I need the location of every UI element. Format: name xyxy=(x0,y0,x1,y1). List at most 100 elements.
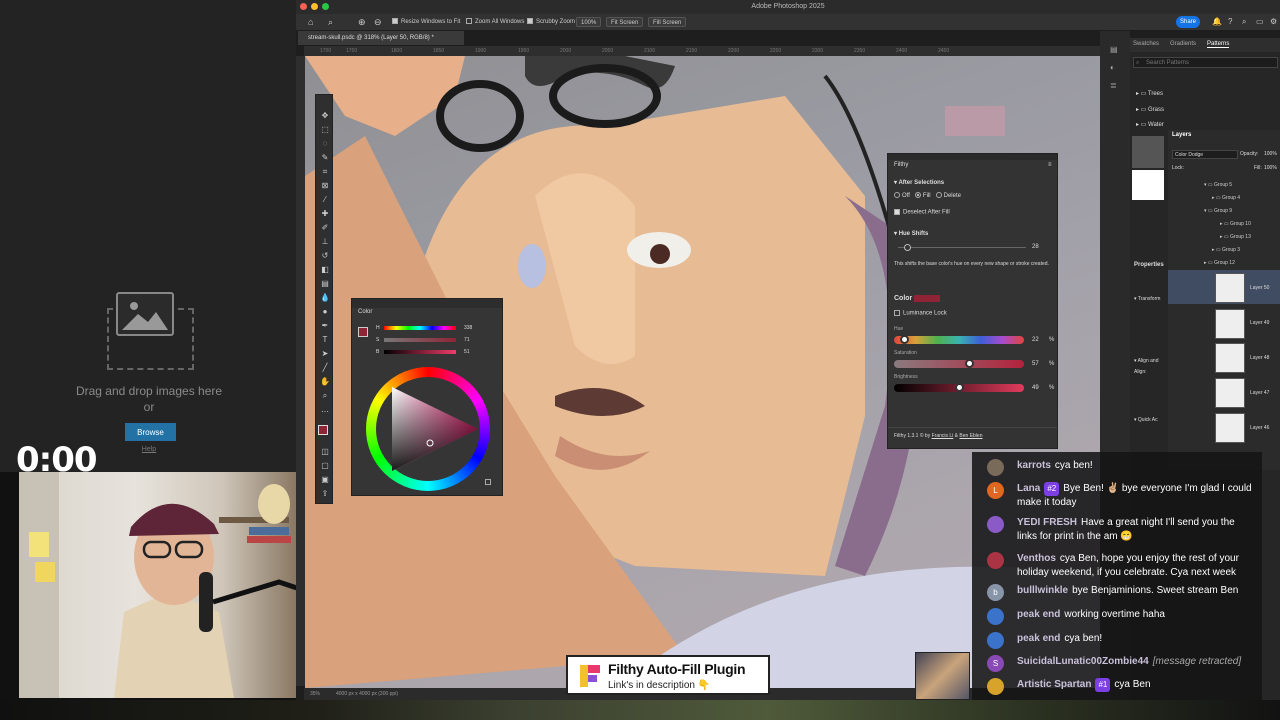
author-link[interactable]: Francis Li xyxy=(932,433,954,439)
zoom-icon[interactable]: ⌕ xyxy=(320,391,330,401)
layer-thumbnail[interactable] xyxy=(1215,273,1245,303)
layer-name[interactable]: Layer 50 xyxy=(1250,285,1269,291)
gradient-tool-icon[interactable]: ▤ xyxy=(320,279,330,289)
frame-tool-icon[interactable]: ⊠ xyxy=(320,181,330,191)
search-patterns-input[interactable]: ⌕ Search Patterns xyxy=(1133,57,1278,68)
artboard-icon[interactable]: ▣ xyxy=(320,475,330,485)
layer-name[interactable]: Layer 49 xyxy=(1250,320,1269,326)
after-selections-header[interactable]: ▾ After Selections xyxy=(894,179,944,186)
brightness-value[interactable]: 49 xyxy=(1032,385,1039,391)
layer-group[interactable]: ▸ ▭ Group 12 xyxy=(1168,256,1280,270)
document-tab[interactable]: stream-skull.psdc @ 318% (Layer 50, RGB/… xyxy=(298,31,464,45)
search-icon[interactable]: ⌕ xyxy=(1238,17,1250,27)
pen-tool-icon[interactable]: ✒ xyxy=(320,321,330,331)
zoom-100-button[interactable]: 100% xyxy=(576,17,602,27)
share-doc-icon[interactable]: ⇪ xyxy=(320,489,330,499)
channels-icon[interactable]: ≣ xyxy=(1110,81,1117,90)
scrubby-zoom-checkbox[interactable]: Scrubby Zoom xyxy=(523,17,579,27)
zoom-out-icon[interactable]: ⊖ xyxy=(370,17,386,27)
color-wheel[interactable] xyxy=(366,367,490,491)
hand-tool-icon[interactable]: ✋ xyxy=(320,377,330,387)
path-select-icon[interactable]: ➤ xyxy=(320,349,330,359)
share-button[interactable]: Share xyxy=(1176,16,1200,28)
help-icon[interactable]: ? xyxy=(1224,17,1236,27)
hue-shift-slider[interactable] xyxy=(898,244,1026,251)
off-radio[interactable]: Off xyxy=(894,192,910,199)
close-window-icon[interactable] xyxy=(300,3,307,10)
fill-radio[interactable]: Fill xyxy=(914,192,931,199)
adjustments-icon[interactable]: ◐ xyxy=(1110,63,1115,72)
eraser-tool-icon[interactable]: ◧ xyxy=(320,265,330,275)
history-icon[interactable]: ▤ xyxy=(1110,45,1118,54)
quick-select-tool-icon[interactable]: ✎ xyxy=(320,153,330,163)
hue-value[interactable]: 22 xyxy=(1032,337,1039,343)
hue-bar[interactable] xyxy=(894,335,1024,344)
brightness-value[interactable]: 51 xyxy=(464,349,470,355)
fill-screen-button[interactable]: Fill Screen xyxy=(648,17,687,27)
hue-shift-value[interactable]: 28 xyxy=(1032,244,1039,250)
luminance-lock-checkbox[interactable]: Luminance Lock xyxy=(894,310,947,317)
healing-brush-icon[interactable]: ✚ xyxy=(320,209,330,219)
browse-button[interactable]: Browse xyxy=(125,423,176,441)
brightness-slider[interactable] xyxy=(384,350,456,354)
layer-thumbnail[interactable] xyxy=(1215,343,1245,373)
tab-patterns[interactable]: Patterns xyxy=(1207,41,1230,48)
stamp-tool-icon[interactable]: ⊥ xyxy=(320,237,330,247)
quick-actions-label[interactable]: ▾ Quick Ac xyxy=(1134,417,1168,423)
hue-slider[interactable] xyxy=(384,326,456,330)
minimize-window-icon[interactable] xyxy=(311,3,318,10)
layer-thumbnail[interactable] xyxy=(1215,378,1245,408)
brightness-bar[interactable] xyxy=(894,383,1024,392)
layer-group[interactable]: ▾ ▭ Group 5 xyxy=(1168,178,1280,192)
fit-screen-button[interactable]: Fit Screen xyxy=(606,17,644,27)
marquee-tool-icon[interactable]: ⬚ xyxy=(320,125,330,135)
layer-name[interactable]: Layer 46 xyxy=(1250,425,1269,431)
fill-value[interactable]: 100% xyxy=(1264,165,1277,171)
color-panel-header[interactable] xyxy=(352,299,502,308)
pattern-group-grass[interactable]: ▸ ▭ Grass xyxy=(1136,106,1164,113)
screen-mode-icon[interactable]: ▢ xyxy=(320,461,330,471)
hue-value[interactable]: 338 xyxy=(464,325,472,331)
delete-radio[interactable]: Delete xyxy=(935,192,961,199)
pattern-group-water[interactable]: ▸ ▭ Water xyxy=(1136,121,1166,128)
hue-shifts-header[interactable]: ▾ Hue Shifts xyxy=(894,230,928,237)
layer-name[interactable]: Layer 48 xyxy=(1250,355,1269,361)
maximize-window-icon[interactable] xyxy=(322,3,329,10)
layer-thumbnail[interactable] xyxy=(1215,309,1245,339)
color-panel-expand-icon[interactable] xyxy=(485,479,491,485)
layer-group[interactable]: ▸ ▭ Group 10 xyxy=(1168,217,1280,231)
history-brush-icon[interactable]: ↺ xyxy=(320,251,330,261)
transform-label[interactable]: ▾ Transform xyxy=(1134,296,1168,302)
align-label[interactable]: ▾ Align and xyxy=(1134,358,1168,364)
pattern-group-trees[interactable]: ▸ ▭ Trees xyxy=(1136,90,1163,97)
settings-icon[interactable]: ⚙ xyxy=(1266,17,1280,27)
layer-group[interactable]: ▾ ▭ Group 9 xyxy=(1168,204,1280,218)
home-icon[interactable]: ⌂ xyxy=(304,17,317,27)
quick-mask-icon[interactable]: ◫ xyxy=(320,447,330,457)
layer-group[interactable]: ▸ ▭ Group 4 xyxy=(1168,191,1280,205)
dodge-tool-icon[interactable]: ● xyxy=(320,307,330,317)
resize-windows-checkbox[interactable]: Resize Windows to Fit xyxy=(388,17,464,27)
layer-group[interactable]: ▸ ▭ Group 13 xyxy=(1168,230,1280,244)
author-link[interactable]: Ben Eblen xyxy=(959,433,982,439)
color-swatch[interactable] xyxy=(914,295,940,302)
brush-tool-icon[interactable]: ✐ xyxy=(320,223,330,233)
saturation-bar[interactable] xyxy=(894,359,1024,368)
blur-tool-icon[interactable]: 💧 xyxy=(320,293,330,303)
blend-mode-select[interactable]: Color Dodge xyxy=(1172,150,1238,159)
move-tool-icon[interactable]: ✥ xyxy=(320,111,330,121)
type-tool-icon[interactable]: T xyxy=(320,335,330,345)
current-color-swatch[interactable] xyxy=(358,327,368,337)
opacity-value[interactable]: 100% xyxy=(1264,151,1277,157)
layer-group[interactable]: ▸ ▭ Group 3 xyxy=(1168,243,1280,257)
eyedropper-tool-icon[interactable]: ⁄ xyxy=(320,195,330,205)
saturation-value[interactable]: 71 xyxy=(464,337,470,343)
zoom-all-windows-checkbox[interactable]: Zoom All Windows xyxy=(462,17,528,27)
filthy-panel-grip[interactable] xyxy=(888,154,1057,160)
layer-thumbnail[interactable] xyxy=(1215,413,1245,443)
shape-tool-icon[interactable]: ╱ xyxy=(320,363,330,373)
zoom-tool-icon[interactable]: ⌕ xyxy=(324,17,337,27)
tab-swatches[interactable]: Swatches xyxy=(1133,41,1159,47)
layer-name[interactable]: Layer 47 xyxy=(1250,390,1269,396)
crop-tool-icon[interactable]: ⌗ xyxy=(320,167,330,177)
